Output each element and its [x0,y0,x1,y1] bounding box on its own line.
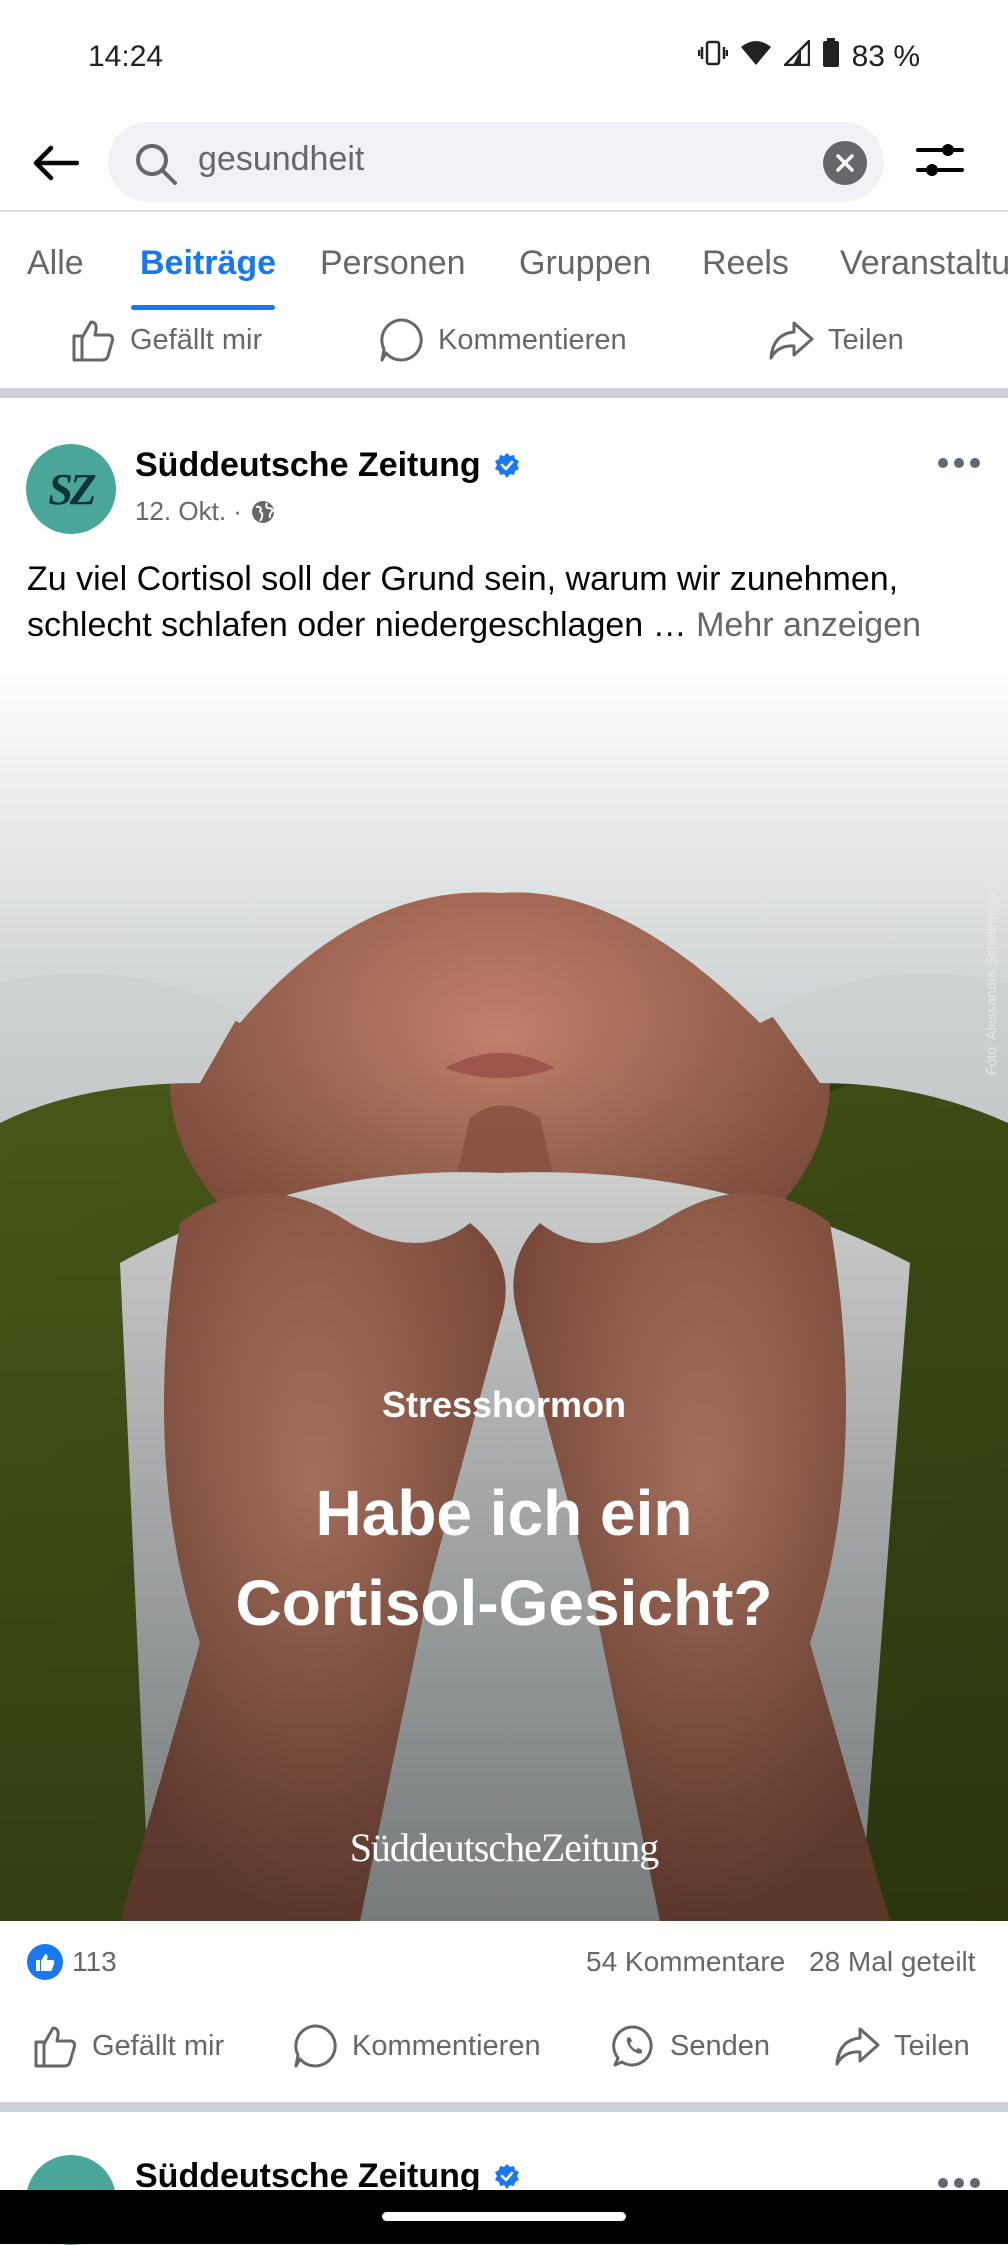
wifi-icon [740,40,772,74]
comment-icon [380,318,423,362]
status-icons: 83 % [697,37,920,76]
tab-gruppen[interactable]: Gruppen [519,244,651,283]
like-button[interactable]: Gefällt mir [32,2016,224,2076]
send-button[interactable]: Senden [612,2016,770,2076]
comment-icon [294,2024,337,2068]
thumbs-up-icon [72,320,115,362]
tab-veranstaltungen[interactable]: Veranstaltu [840,244,1008,283]
image-brand-logo: SüddeutscheZeitung [349,1825,660,1870]
battery-percent: 83 % [851,40,920,73]
clear-search-button[interactable] [823,141,867,185]
comment-label: Kommentieren [352,2029,541,2062]
like-label: Gefällt mir [130,323,263,356]
share-label: Teilen [828,323,904,356]
post-text: Zu viel Cortisol soll der Grund sein, wa… [27,556,987,648]
tab-alle[interactable]: Alle [27,244,84,283]
arrow-left-icon [33,145,79,181]
more-options-button[interactable] [938,448,986,478]
dot [970,458,980,468]
vibrate-icon [697,39,728,75]
home-indicator[interactable] [382,2212,626,2221]
post-meta: 12. Okt. · [135,496,276,527]
tab-personen[interactable]: Personen [320,244,466,283]
globe-icon [251,500,275,523]
tab-beitraege[interactable]: Beiträge [140,244,276,283]
tab-reels[interactable]: Reels [702,244,789,283]
comment-label: Kommentieren [438,323,627,356]
filter-sliders-icon [916,144,964,176]
search-input[interactable]: gesundheit [198,140,364,179]
close-icon [836,154,854,172]
post-image[interactable] [0,663,1008,1921]
dot [938,2178,948,2188]
filter-button[interactable] [914,138,974,188]
comment-count[interactable]: 54 Kommentare [586,1946,785,1978]
prev-like-button[interactable]: Gefällt mir [70,310,262,370]
share-count[interactable]: 28 Mal geteilt [809,1946,976,1978]
verified-badge-icon [494,452,519,478]
divider [0,210,1008,212]
back-button[interactable] [26,138,86,188]
verified-badge-icon [494,2163,519,2189]
battery-icon [822,38,840,76]
status-time: 14:24 [88,40,164,73]
see-more-link[interactable]: Mehr anzeigen [696,606,921,644]
photo-credit: Foto: Alessandra Schellnegger [983,884,999,1075]
prev-share-button[interactable]: Teilen [768,310,904,370]
dot [954,2178,964,2188]
comment-button[interactable]: Kommentieren [292,2016,541,2076]
like-label: Gefällt mir [92,2029,225,2062]
feed-separator [0,2102,1008,2112]
image-kicker: Stresshormon [381,1384,627,1425]
dot [954,458,964,468]
thumbs-up-icon [34,2026,77,2068]
signal-icon [781,37,810,74]
post-photo [0,663,1008,1921]
post-author[interactable]: Süddeutsche Zeitung [135,446,521,485]
author-name[interactable]: Süddeutsche Zeitung [135,446,481,485]
like-reaction-icon[interactable] [27,1944,63,1980]
dot [970,2178,980,2188]
image-headline-text: Habe ich ein Cortisol-Gesicht? [235,1477,773,1639]
search-icon [134,142,178,191]
share-icon [835,2027,880,2066]
whatsapp-icon [612,2025,653,2067]
send-label: Senden [670,2029,770,2062]
avatar[interactable]: SZ [26,444,116,534]
share-button[interactable]: Teilen [834,2016,970,2076]
feed-separator [0,388,1008,398]
reaction-count[interactable]: 113 [72,1946,117,1978]
image-headline: Habe ich ein Cortisol-Gesicht? [0,1468,1008,1648]
share-label: Teilen [894,2029,970,2062]
dot [938,458,948,468]
post-date[interactable]: 12. Okt. · [135,496,242,527]
prev-comment-button[interactable]: Kommentieren [378,310,627,370]
share-icon [769,321,814,360]
